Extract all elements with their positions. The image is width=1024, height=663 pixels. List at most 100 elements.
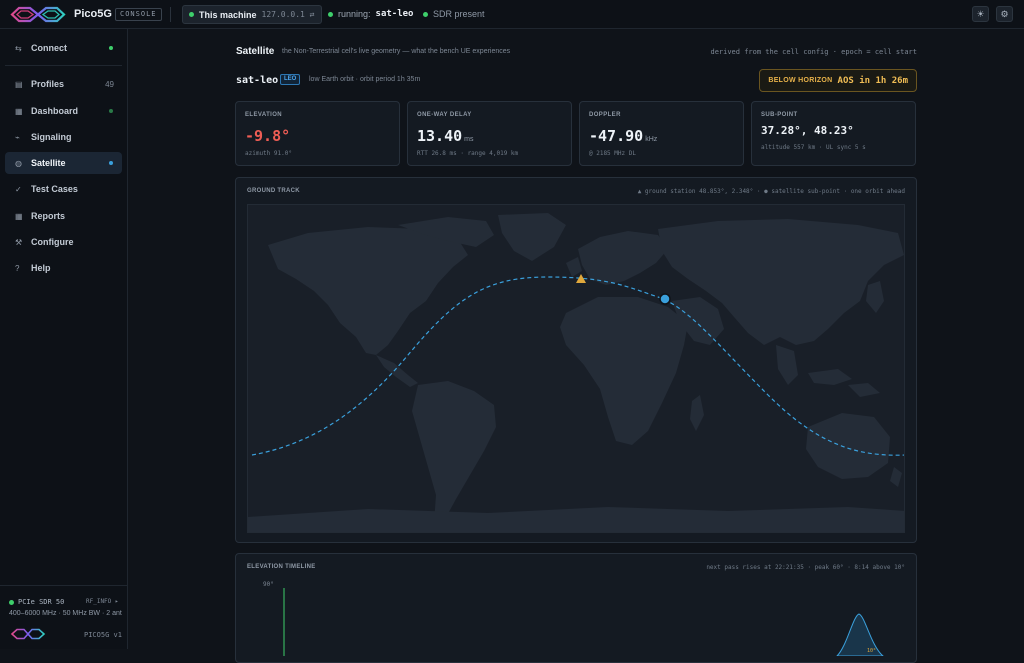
sdr-label: SDR present <box>433 9 485 19</box>
sidebar-item-label: Help <box>31 263 51 273</box>
sidebar-item-satellite[interactable]: ◍ Satellite <box>5 152 122 174</box>
pico5g-logo <box>10 6 66 23</box>
page-title: Satellite <box>236 46 275 57</box>
running-label: running: <box>338 9 371 19</box>
status-dot <box>423 11 428 17</box>
running-value: sat-leo <box>375 9 414 19</box>
dashboard-icon: ▦ <box>15 106 23 116</box>
satellite-name: sat-leo <box>236 75 279 86</box>
satellite-icon[interactable] <box>659 293 671 305</box>
continents <box>248 213 904 532</box>
next-pass-note: next pass rises at 22:21:35 · peak 60° ·… <box>706 564 905 571</box>
status-dot <box>109 161 113 165</box>
machine-ip: 127.0.0.1 ⇄ <box>261 10 315 19</box>
sidebar-item-label: Configure <box>31 237 74 247</box>
delay-value-row: 13.40 ms <box>417 127 474 145</box>
help-icon: ? <box>15 263 20 273</box>
sidebar-footer: PCIe SDR 50 RF_INFO ▸ 400–6000 MHz · 50 … <box>0 585 128 649</box>
check-icon: ✓ <box>15 184 22 194</box>
legend-note: ▲ ground station 48.853°, 2.348° · ● sat… <box>637 188 905 195</box>
ground-track-panel: GROUND TRACK ▲ ground station 48.853°, 2… <box>235 177 917 543</box>
sdr-status: SDR present <box>423 9 485 19</box>
settings-button[interactable]: ⚙ <box>996 6 1013 22</box>
delay-card: ONE-WAY DELAY 13.40 ms RTT 26.8 ms · rang… <box>407 101 572 166</box>
sun-icon: ☀ <box>976 9 985 19</box>
sidebar-item-label: Reports <box>31 211 66 221</box>
card-label: ONE-WAY DELAY <box>417 112 472 118</box>
status-dot <box>189 12 194 17</box>
divider <box>5 65 122 66</box>
divider <box>170 7 171 22</box>
subpoint-card: SUB-POINT 37.28°, 48.23° altitude 557 km… <box>751 101 916 166</box>
card-label: DOPPLER <box>589 112 621 118</box>
doppler-card: DOPPLER -47.90 kHz @ 2185 MHz DL <box>579 101 744 166</box>
elevation-value: -9.8° <box>245 127 291 145</box>
pass-curve <box>836 613 884 656</box>
rtt-range: RTT 26.8 ms · range 4,019 km <box>417 150 519 157</box>
doppler-value: -47.90 <box>589 127 644 145</box>
sidebar-item-profiles[interactable]: ▤ Profiles 49 <box>5 73 122 95</box>
sidebar-item-label: Connect <box>31 43 67 53</box>
sidebar-item-connect[interactable]: ⇆ Connect <box>5 37 122 59</box>
pico5g-logo <box>10 628 46 640</box>
elevation-timeline-panel: ELEVATION TIMELINE next pass rises at 22… <box>235 553 917 663</box>
tools-icon: ⚒ <box>15 237 23 247</box>
status-dot <box>109 109 113 113</box>
sidebar-item-dashboard[interactable]: ▦ Dashboard <box>5 100 122 122</box>
orbit-description: low Earth orbit · orbit period 1h 35m <box>309 76 421 83</box>
sidebar-item-label: Satellite <box>31 158 66 168</box>
gear-icon: ⚙ <box>1000 9 1009 19</box>
panel-title: GROUND TRACK <box>247 188 300 194</box>
console-tag: CONSOLE <box>115 8 162 21</box>
status-dot <box>109 46 113 50</box>
satellite-icon: ◍ <box>15 158 22 168</box>
profiles-icon: ▤ <box>15 79 23 89</box>
doppler-unit: kHz <box>645 136 658 143</box>
sidebar: ⇆ Connect ▤ Profiles 49 ▦ Dashboard ⌁ Si… <box>0 29 128 649</box>
delay-unit: ms <box>464 136 474 143</box>
horizon-status-badge: BELOW HORIZON AOS in 1h 26m <box>759 69 917 92</box>
ground-track-svg <box>248 213 904 532</box>
band-info: 400–6000 MHz · 50 MHz BW · 2 ant <box>9 610 122 617</box>
horizon-label: BELOW HORIZON <box>768 77 833 84</box>
sidebar-item-reports[interactable]: ▦ Reports <box>5 205 122 227</box>
machine-name: This machine <box>199 9 257 20</box>
sidebar-item-help[interactable]: ? Help <box>5 257 122 279</box>
aos-countdown: AOS in 1h 26m <box>837 75 908 86</box>
count-badge: 49 <box>105 79 114 89</box>
page-subtitle: the Non-Terrestrial cell's live geometry… <box>282 48 511 55</box>
status-dot <box>328 11 333 17</box>
sidebar-item-test-cases[interactable]: ✓ Test Cases <box>5 178 122 200</box>
elevation-chart[interactable]: 90° 10° <box>247 576 905 656</box>
rf-info-link[interactable]: RF_INFO ▸ <box>86 598 119 605</box>
sidebar-item-label: Dashboard <box>31 106 79 116</box>
doppler-value-row: -47.90 kHz <box>589 127 657 145</box>
subpoint-value: 37.28°, 48.23° <box>761 124 854 137</box>
altitude-sync: altitude 557 km · UL sync 5 s <box>761 144 866 151</box>
device-name: PCIe SDR 50 <box>18 598 65 606</box>
world-map[interactable] <box>247 204 905 533</box>
top-bar: Pico5G CONSOLE This machine 127.0.0.1 ⇄ … <box>0 0 1024 29</box>
signal-icon: ⌁ <box>15 132 20 142</box>
y-axis-label: 90° <box>263 581 274 588</box>
card-label: ELEVATION <box>245 112 283 118</box>
panel-title: ELEVATION TIMELINE <box>247 564 316 570</box>
sidebar-item-label: Profiles <box>31 79 65 89</box>
theme-toggle-button[interactable]: ☀ <box>972 6 989 22</box>
version-label: PICO5G v1 <box>84 631 122 639</box>
reports-icon: ▦ <box>15 211 23 221</box>
main-content: Satellite the Non-Terrestrial cell's liv… <box>129 29 1024 663</box>
sidebar-item-label: Signaling <box>31 132 72 142</box>
sidebar-item-configure[interactable]: ⚒ Configure <box>5 231 122 253</box>
sdr-device: PCIe SDR 50 RF_INFO ▸ <box>9 598 119 606</box>
derived-note: derived from the cell config · epoch = c… <box>710 48 917 56</box>
connect-icon: ⇆ <box>15 43 22 53</box>
sidebar-item-signaling[interactable]: ⌁ Signaling <box>5 126 122 148</box>
doppler-frequency: @ 2185 MHz DL <box>589 150 636 157</box>
status-dot <box>9 599 14 605</box>
running-status: running: sat-leo <box>328 9 413 19</box>
app-name: Pico5G <box>74 8 112 20</box>
machine-selector[interactable]: This machine 127.0.0.1 ⇄ <box>182 5 322 24</box>
card-label: SUB-POINT <box>761 112 798 118</box>
delay-value: 13.40 <box>417 127 463 145</box>
